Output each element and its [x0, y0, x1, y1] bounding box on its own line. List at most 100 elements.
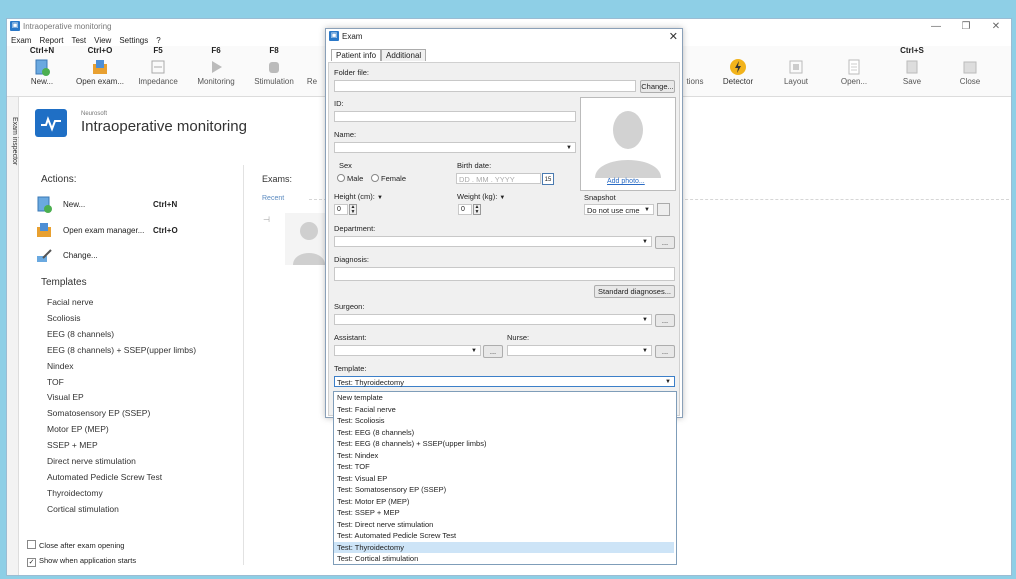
- standard-diagnoses-button[interactable]: Standard diagnoses...: [594, 285, 675, 298]
- sex-male-radio[interactable]: Male: [337, 174, 363, 183]
- template-item[interactable]: Facial nerve: [47, 297, 93, 307]
- chevron-down-icon[interactable]: ▼: [499, 195, 505, 201]
- open-exam-button[interactable]: Ctrl+O Open exam...: [70, 46, 130, 96]
- close-after-open-checkbox[interactable]: Close after exam opening: [27, 540, 124, 550]
- dropdown-item[interactable]: Test: Somatosensory EP (SSEP): [334, 484, 674, 496]
- template-item[interactable]: SSEP + MEP: [47, 440, 98, 450]
- options-button[interactable]: tions: [680, 46, 710, 96]
- dialog-app-icon: ▣: [329, 31, 339, 41]
- snapshot-combo[interactable]: Do not use cme ▼: [584, 204, 654, 215]
- calendar-icon[interactable]: 15: [542, 173, 554, 185]
- template-item[interactable]: Cortical stimulation: [47, 504, 119, 514]
- birth-month: MM: [476, 175, 489, 184]
- template-item[interactable]: Nindex: [47, 361, 73, 371]
- impedance-button[interactable]: F5 Impedance: [128, 46, 188, 96]
- template-combo[interactable]: Test: Thyroidectomy ▼: [334, 376, 675, 387]
- name-combo[interactable]: ▼: [334, 142, 576, 153]
- close-window-button[interactable]: ✕: [981, 20, 1011, 34]
- template-item[interactable]: Scoliosis: [47, 313, 81, 323]
- template-item[interactable]: EEG (8 channels) + SSEP(upper limbs): [47, 345, 196, 355]
- templates-heading: Templates: [41, 277, 87, 288]
- dropdown-item[interactable]: Test: Cortical stimulation: [334, 553, 674, 565]
- template-item[interactable]: TOF: [47, 377, 64, 387]
- department-browse-button[interactable]: ...: [655, 236, 675, 249]
- dropdown-item[interactable]: Test: EEG (8 channels): [334, 427, 674, 439]
- dropdown-item[interactable]: Test: Scoliosis: [334, 415, 674, 427]
- dropdown-item[interactable]: Test: TOF: [334, 461, 674, 473]
- open-button[interactable]: Open...: [824, 46, 884, 96]
- dropdown-item[interactable]: Test: Nindex: [334, 450, 674, 462]
- new-button[interactable]: Ctrl+N New...: [12, 46, 72, 96]
- surgeon-combo[interactable]: ▼: [334, 314, 652, 325]
- template-item[interactable]: Direct nerve stimulation: [47, 456, 136, 466]
- logo: [35, 109, 67, 137]
- layout-button[interactable]: Layout: [766, 46, 826, 96]
- exam-inspector-tab[interactable]: Exam inspector: [7, 97, 19, 575]
- tab-additional[interactable]: Additional: [381, 49, 427, 61]
- menu-help[interactable]: ?: [152, 35, 164, 46]
- snapshot-settings-icon[interactable]: [657, 203, 670, 216]
- menu-settings[interactable]: Settings: [115, 35, 152, 46]
- dialog-close-icon[interactable]: ✕: [669, 30, 678, 43]
- birth-day: DD: [459, 175, 470, 184]
- dropdown-item[interactable]: Test: EEG (8 channels) + SSEP(upper limb…: [334, 438, 674, 450]
- dropdown-item[interactable]: Test: SSEP + MEP: [334, 507, 674, 519]
- avatar: [595, 111, 661, 178]
- tool-label: Impedance: [138, 77, 178, 86]
- id-field[interactable]: [334, 111, 576, 122]
- surgeon-label: Surgeon:: [334, 302, 365, 311]
- minimize-button[interactable]: —: [921, 20, 951, 34]
- chevron-down-icon[interactable]: ▼: [377, 195, 383, 201]
- template-item[interactable]: Thyroidectomy: [47, 488, 103, 498]
- detector-button[interactable]: Detector: [708, 46, 768, 96]
- dropdown-item[interactable]: Test: Thyroidectomy: [334, 541, 674, 553]
- diagnosis-field[interactable]: [334, 267, 675, 281]
- stepper-arrows-icon[interactable]: ▲ ▼: [473, 204, 481, 215]
- save-button[interactable]: Ctrl+S Save: [882, 46, 942, 96]
- pin-icon[interactable]: ⊣: [263, 215, 270, 224]
- template-label: Template:: [334, 364, 367, 373]
- department-combo[interactable]: ▼: [334, 236, 652, 247]
- monitoring-button[interactable]: F6 Monitoring: [186, 46, 246, 96]
- template-item[interactable]: Somatosensory EP (SSEP): [47, 408, 150, 418]
- height-stepper[interactable]: 0 ▲ ▼: [334, 204, 358, 215]
- menu-test[interactable]: Test: [67, 35, 90, 46]
- weight-label-text: Weight (kg):: [457, 192, 498, 201]
- stepper-arrows-icon[interactable]: ▲ ▼: [349, 204, 357, 215]
- change-folder-button[interactable]: Change...: [640, 80, 675, 93]
- nurse-browse-button[interactable]: ...: [655, 345, 675, 358]
- add-photo-link[interactable]: Add photo...: [607, 178, 645, 185]
- re-icon: [303, 58, 321, 76]
- menu-exam[interactable]: Exam: [7, 35, 35, 46]
- menu-view[interactable]: View: [90, 35, 115, 46]
- sex-female-radio[interactable]: Female: [371, 174, 406, 183]
- close-button[interactable]: Close: [940, 46, 1000, 96]
- shortcut-label: [824, 46, 884, 56]
- template-item[interactable]: Visual EP: [47, 392, 84, 402]
- surgeon-browse-button[interactable]: ...: [655, 314, 675, 327]
- assistant-combo[interactable]: ▼: [334, 345, 481, 356]
- dropdown-item[interactable]: Test: Facial nerve: [334, 404, 674, 416]
- chevron-down-icon: ▼: [471, 348, 477, 354]
- birth-date-field[interactable]: DD . MM . YYYY: [456, 173, 541, 184]
- sex-label: Sex: [339, 161, 352, 170]
- show-on-start-checkbox[interactable]: ✓ Show when application starts: [27, 556, 136, 567]
- folder-file-field[interactable]: [334, 80, 636, 92]
- tab-patient-info[interactable]: Patient info: [331, 49, 382, 61]
- stimulation-button[interactable]: F8 Stimulation: [244, 46, 304, 96]
- dropdown-item[interactable]: New template: [334, 392, 674, 404]
- dropdown-item[interactable]: Test: Automated Pedicle Screw Test: [334, 530, 674, 542]
- template-item[interactable]: Automated Pedicle Screw Test: [47, 472, 162, 482]
- menu-report[interactable]: Report: [35, 35, 67, 46]
- weight-stepper[interactable]: 0 ▲ ▼: [458, 204, 482, 215]
- assistant-browse-button[interactable]: ...: [483, 345, 503, 358]
- template-item[interactable]: Motor EP (MEP): [47, 424, 109, 434]
- dropdown-item[interactable]: Test: Motor EP (MEP): [334, 496, 674, 508]
- shortcut-label: F5: [153, 46, 163, 55]
- dropdown-item[interactable]: Test: Visual EP: [334, 473, 674, 485]
- dropdown-item[interactable]: Test: Direct nerve stimulation: [334, 519, 674, 531]
- nurse-combo[interactable]: ▼: [507, 345, 652, 356]
- maximize-button[interactable]: ❐: [951, 20, 981, 34]
- re-button[interactable]: Re: [302, 46, 322, 96]
- template-item[interactable]: EEG (8 channels): [47, 329, 114, 339]
